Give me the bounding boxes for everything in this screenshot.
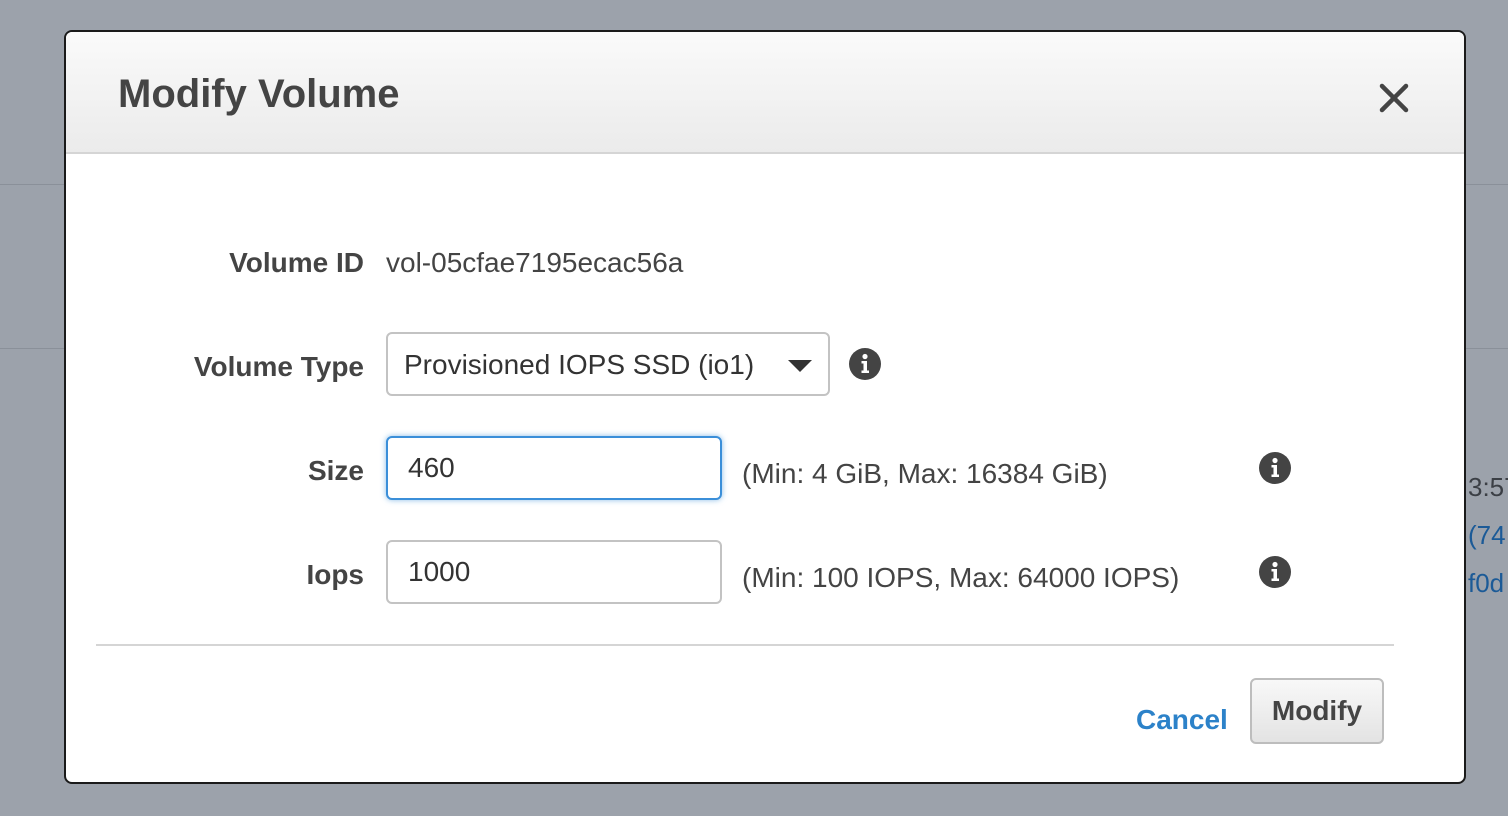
background-link[interactable]: f0d (1468, 568, 1504, 599)
info-icon[interactable] (1258, 555, 1292, 589)
info-icon[interactable] (848, 347, 882, 381)
cancel-button[interactable]: Cancel (1136, 706, 1228, 734)
close-button[interactable] (1372, 76, 1416, 120)
dialog-title: Modify Volume (118, 72, 400, 116)
iops-hint: (Min: 100 IOPS, Max: 64000 IOPS) (742, 562, 1180, 593)
volume-type-select[interactable]: Provisioned IOPS SSD (io1) (386, 332, 830, 396)
background-text: 3:57 (1468, 472, 1508, 502)
chevron-down-icon (788, 360, 812, 372)
volume-id-label: Volume ID (229, 247, 364, 278)
modify-button[interactable]: Modify (1250, 678, 1384, 744)
info-icon[interactable] (1258, 451, 1292, 485)
dialog-header: Modify Volume (66, 32, 1464, 154)
volume-type-label: Volume Type (193, 351, 364, 382)
footer-divider (96, 644, 1394, 646)
close-icon (1379, 83, 1409, 113)
iops-input[interactable] (386, 540, 722, 604)
size-input[interactable] (386, 436, 722, 500)
volume-id-value: vol-05cfae7195ecac56a (386, 247, 684, 278)
iops-label: Iops (306, 559, 364, 590)
modify-volume-dialog: Modify Volume Volume ID vol-05cfae7195ec… (64, 30, 1466, 784)
size-label: Size (307, 455, 364, 486)
size-hint: (Min: 4 GiB, Max: 16384 GiB) (742, 458, 1108, 489)
volume-type-selected-value: Provisioned IOPS SSD (io1) (404, 349, 755, 380)
background-link[interactable]: (74 (1468, 520, 1506, 551)
